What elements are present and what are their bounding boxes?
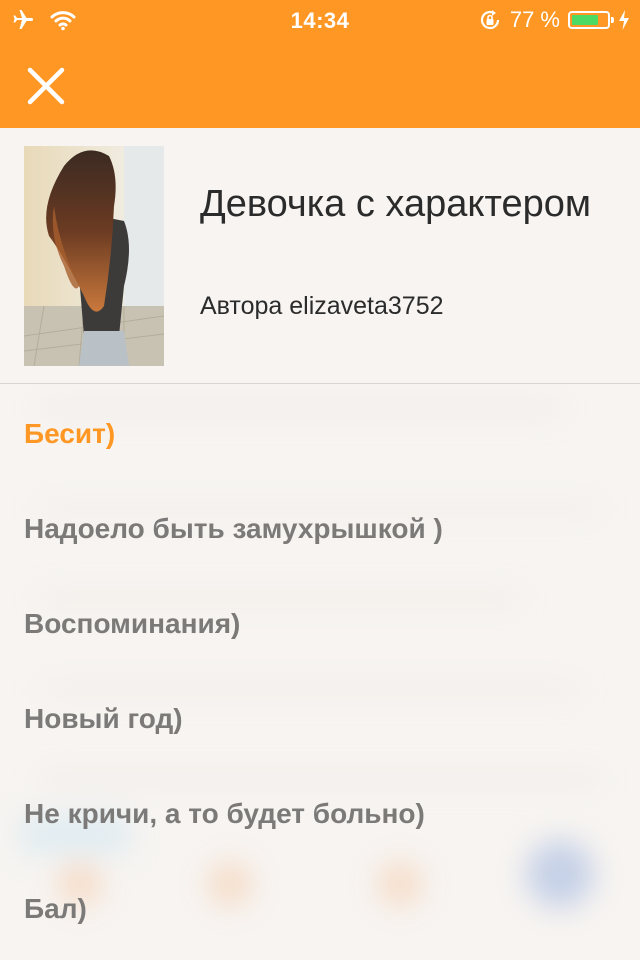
close-icon xyxy=(27,67,65,105)
story-author[interactable]: Автора elizaveta3752 xyxy=(200,292,444,321)
chapter-item[interactable]: Надоело быть замухрышкой ) xyxy=(24,503,443,555)
chapter-item[interactable]: Новый год) xyxy=(24,693,183,745)
close-button[interactable] xyxy=(24,64,68,108)
cover-illustration xyxy=(24,146,164,366)
top-bar: 14:34 77 % xyxy=(0,0,640,128)
status-bar: 14:34 77 % xyxy=(0,0,640,40)
story-cover-image[interactable] xyxy=(24,146,164,366)
battery-icon xyxy=(568,11,614,29)
battery-tip xyxy=(611,17,614,23)
battery-percent: 77 % xyxy=(509,7,560,32)
rotation-lock-icon xyxy=(480,10,499,30)
chapter-item[interactable]: Бал) xyxy=(24,883,87,935)
charging-icon xyxy=(619,10,629,30)
chapter-item[interactable]: Не кричи, а то будет больно) xyxy=(24,788,425,840)
battery-level xyxy=(572,15,598,25)
blurred-background xyxy=(20,404,600,908)
story-title: Девочка с характером xyxy=(200,183,591,225)
story-header: Девочка с характером Автора elizaveta375… xyxy=(0,128,640,384)
chapter-item[interactable]: Воспоминания) xyxy=(24,598,240,650)
screen: 14:34 77 % Девочка с характером Автора e… xyxy=(0,0,640,960)
status-right: 77 % xyxy=(478,6,630,34)
chapter-list: Бесит) Надоело быть замухрышкой ) Воспом… xyxy=(0,384,640,960)
chapter-item[interactable]: Бесит) xyxy=(24,408,115,460)
